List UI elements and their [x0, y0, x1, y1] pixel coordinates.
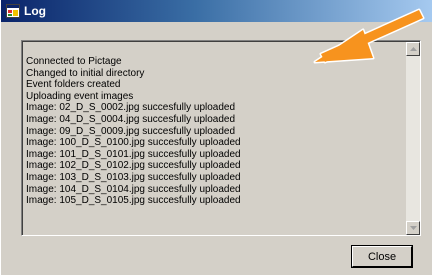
log-line: Image: 02_D_S_0002.jpg succesfully uploa… — [26, 102, 236, 114]
log-window: Log Connected to Pictage Changed to initi… — [0, 0, 432, 275]
arrow-up-icon — [410, 47, 417, 51]
log-textarea[interactable]: Connected to Pictage Changed to initial d… — [26, 56, 406, 207]
log-line: Image: 09_D_S_0009.jpg succesfully uploa… — [26, 125, 236, 137]
log-line: Connected to Pictage — [26, 56, 122, 67]
log-line: Image: 102_D_S_0102.jpg succesfully uplo… — [26, 160, 241, 172]
log-panel: Connected to Pictage Changed to initial d… — [21, 40, 421, 236]
arrow-down-icon — [410, 226, 417, 230]
log-line: Image: 04_D_S_0004.jpg succesfully uploa… — [26, 113, 236, 125]
log-line: Event folders created — [26, 79, 121, 91]
log-line: Uploading event images — [26, 90, 134, 102]
log-line: Changed to initial directory — [26, 67, 145, 79]
log-line: Image: 104_D_S_0104.jpg succesfully uplo… — [26, 183, 241, 195]
window-title: Log — [24, 4, 46, 18]
close-button[interactable]: Close — [351, 245, 413, 268]
vertical-scrollbar[interactable] — [406, 42, 420, 235]
log-line: Image: 100_D_S_0100.jpg succesfully uplo… — [26, 137, 241, 149]
log-line: Image: 105_D_S_0105.jpg succesfully uplo… — [26, 195, 241, 207]
scroll-up-button[interactable] — [406, 42, 420, 56]
title-bar[interactable]: Log — [1, 0, 432, 22]
log-panel-inner: Connected to Pictage Changed to initial d… — [22, 41, 420, 235]
app-window-icon — [6, 4, 20, 18]
log-line: Image: 103_D_S_0103.jpg succesfully uplo… — [26, 171, 241, 183]
scroll-down-button[interactable] — [406, 221, 420, 235]
log-line: Image: 101_D_S_0101.jpg succesfully uplo… — [26, 148, 241, 160]
